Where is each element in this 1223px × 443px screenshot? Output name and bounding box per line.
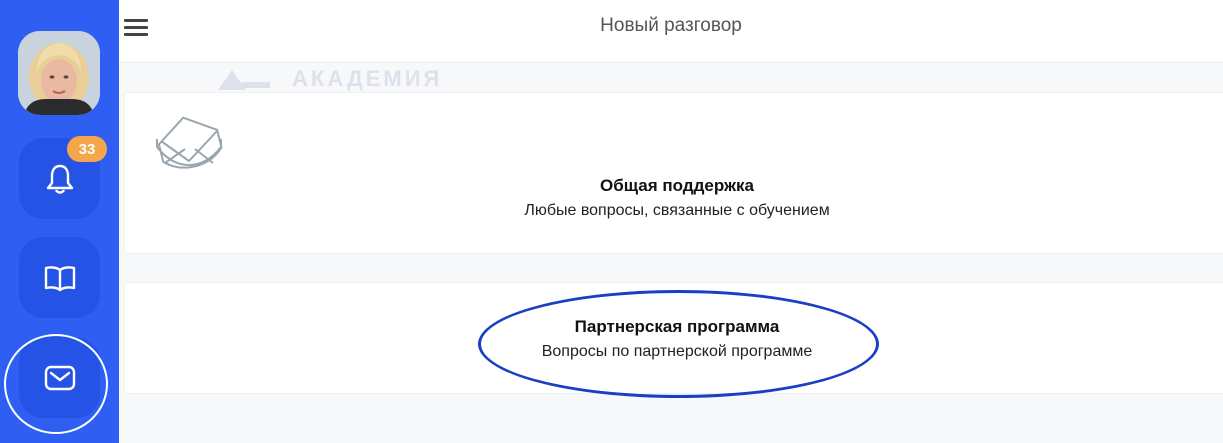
notifications-badge: 33 — [67, 136, 107, 162]
courses-button[interactable] — [19, 237, 100, 318]
header: Новый разговор — [119, 0, 1223, 63]
book-icon — [44, 265, 75, 291]
page-title: Новый разговор — [600, 15, 742, 36]
topic-card-general-support[interactable]: Общая поддержка Любые вопросы, связанные… — [124, 92, 1223, 254]
sidebar: 33 — [0, 0, 119, 443]
topic-card-partner-program[interactable]: Партнерская программа Вопросы по партнер… — [124, 282, 1223, 394]
academy-logo-icon — [218, 70, 270, 90]
topic-title: Общая поддержка — [599, 176, 754, 195]
avatar[interactable] — [18, 31, 100, 115]
watermark-text: АКАДЕМИЯ — [292, 66, 443, 91]
topic-subtitle: Любые вопросы, связанные с обучением — [524, 202, 830, 219]
topic-title: Партнерская программа — [574, 317, 780, 336]
topic-text: Общая поддержка Любые вопросы, связанные… — [125, 175, 1223, 223]
envelope-icon — [154, 102, 224, 172]
bell-icon — [46, 164, 73, 194]
mail-icon — [44, 365, 75, 390]
avatar-photo — [18, 31, 100, 115]
topic-text: Партнерская программа Вопросы по партнер… — [125, 316, 1223, 364]
watermark: АКАДЕМИЯ — [216, 66, 442, 92]
topic-subtitle: Вопросы по партнерской программе — [541, 343, 813, 360]
messages-button[interactable] — [19, 337, 100, 418]
